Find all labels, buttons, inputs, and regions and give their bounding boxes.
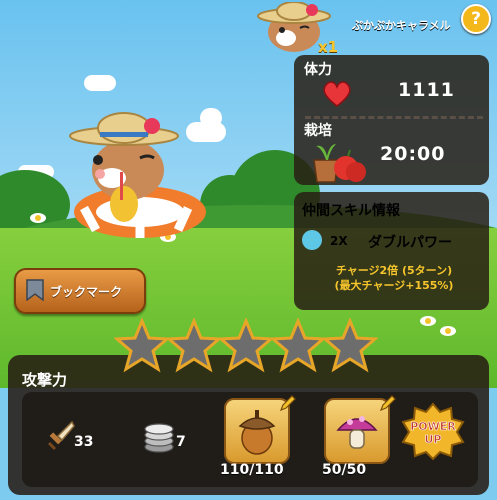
heart-icon xyxy=(323,81,351,107)
skill-title: 仲間スキル情報 xyxy=(302,203,400,219)
game-scene: x1 ぷかぷかキャラメル ? 体力 1111 栽培 20:00 仲間スキル情報 … xyxy=(0,0,497,500)
character-pooka-caramel xyxy=(69,112,206,238)
skill-level: 2X xyxy=(330,234,348,248)
coin-stack-icon xyxy=(144,423,174,453)
charge-line-1: チャージ2倍 (5ターン) xyxy=(335,264,453,277)
power-up-line-1: POWER xyxy=(410,420,456,433)
rank-star-2 xyxy=(166,318,222,373)
charge-line-2: (最大チャージ+155%) xyxy=(334,279,454,292)
cloud xyxy=(84,75,116,91)
acorn-icon xyxy=(238,410,276,455)
mushroom-icon xyxy=(336,416,378,449)
cultivation-label: 栽培 xyxy=(304,123,332,139)
daisy xyxy=(420,316,436,326)
sword-value: 33 xyxy=(74,434,94,450)
edit-pencil-icon[interactable] xyxy=(279,394,297,412)
rank-star-5 xyxy=(322,318,378,373)
multiplier-badge: x1 xyxy=(318,38,339,56)
help-button[interactable]: ? xyxy=(461,4,491,34)
cultivation-time: 20:00 xyxy=(380,143,446,165)
hp-label: 体力 xyxy=(304,62,332,78)
edit-pencil-icon[interactable] xyxy=(379,394,397,412)
bookmark-label: ブックマーク xyxy=(50,285,123,299)
daisy xyxy=(440,326,456,336)
power-up-line-2: UP xyxy=(425,433,442,446)
bookmark-button[interactable]: ブックマーク xyxy=(14,268,146,314)
power-up-button[interactable]: POWER UP xyxy=(400,402,466,460)
hp-value: 1111 xyxy=(398,79,455,101)
attack-label: 攻撃力 xyxy=(22,371,68,389)
divider xyxy=(305,116,483,119)
skill-charge-description: チャージ2倍 (5ターン) (最大チャージ+155%) xyxy=(304,263,484,293)
acorn-count: 110/110 xyxy=(220,462,284,478)
skill-up-arrow-icon xyxy=(302,230,322,250)
mushroom-count: 50/50 xyxy=(322,462,367,478)
rank-star-1 xyxy=(114,318,170,373)
bookmark-icon xyxy=(26,279,44,301)
character-name: ぷかぷかキャラメル xyxy=(352,19,451,32)
rank-star-3 xyxy=(218,318,274,373)
rank-star-4 xyxy=(270,318,326,373)
skill-name: ダブルパワー xyxy=(368,235,452,251)
cultivation-pot-icon xyxy=(313,144,366,183)
sword-icon xyxy=(48,420,75,450)
coin-value: 7 xyxy=(176,434,186,450)
daisy xyxy=(30,213,46,223)
